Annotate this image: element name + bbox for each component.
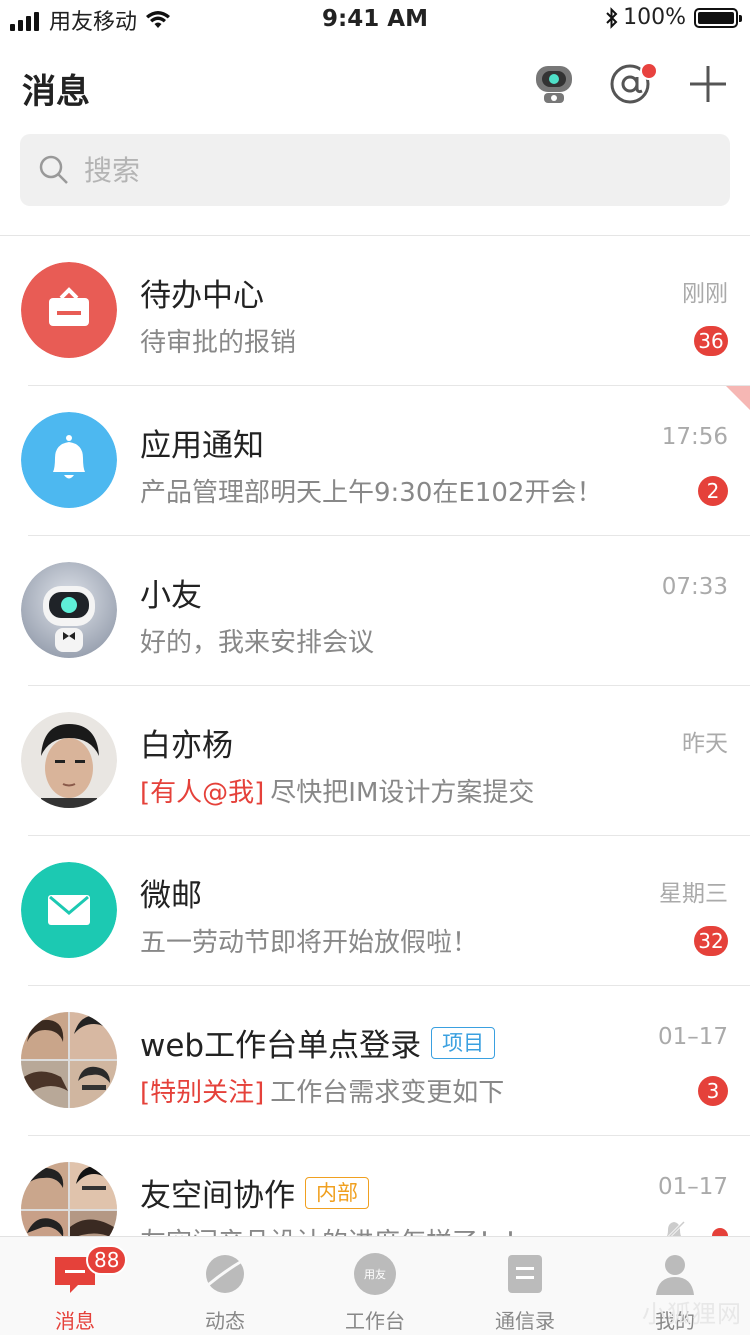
conversation-title: 友空间协作 内部 <box>140 1170 369 1215</box>
conversation-preview: 好的，我来安排会议 <box>140 628 375 658</box>
mention-unread-dot <box>640 62 658 80</box>
contacts-icon <box>508 1255 542 1293</box>
page-title: 消息 <box>22 72 90 112</box>
workbench-icon: 用友 <box>354 1253 396 1295</box>
unread-badge: 32 <box>694 926 728 956</box>
conversation-item-web-sso-group[interactable]: web工作台单点登录 项目 [特别关注] 工作台需求变更如下 01–17 3 <box>0 986 750 1136</box>
bell-icon <box>21 412 117 508</box>
conversation-preview: [有人@我] 尽快把IM设计方案提交 <box>140 772 534 809</box>
tab-label: 消息 <box>55 1309 95 1333</box>
battery-percent: 100% <box>623 5 686 30</box>
conversation-title: 待办中心 <box>140 278 264 314</box>
conversation-time: 07:33 <box>661 574 728 600</box>
preview-text: 工作台需求变更如下 <box>270 1078 505 1108</box>
workbench-icon-text: 用友 <box>364 1267 386 1281</box>
tab-label: 通信录 <box>495 1309 555 1333</box>
todo-icon <box>21 262 117 358</box>
tab-badge: 88 <box>86 1245 128 1275</box>
unread-badge: 36 <box>694 326 728 356</box>
tab-label: 动态 <box>205 1309 245 1333</box>
mention-label: [有人@我] <box>140 778 265 808</box>
internal-tag: 内部 <box>305 1176 369 1209</box>
conversation-item-app-notice[interactable]: 应用通知 产品管理部明天上午9:30在E102开会！ 17:56 2 <box>0 386 750 536</box>
user-photo <box>21 712 117 808</box>
project-tag: 项目 <box>431 1026 496 1059</box>
unread-badge: 2 <box>698 476 728 506</box>
tab-feed[interactable]: 动态 <box>150 1237 300 1335</box>
pinned-corner-flag <box>726 386 750 410</box>
conversation-title: 应用通知 <box>140 428 264 464</box>
watermark: 小狐狸网 <box>642 1300 742 1328</box>
tab-bar: 88 消息 动态 用友 工作台 通信录 我的 小狐狸网 <box>0 1236 750 1335</box>
conversation-time: 01–17 <box>657 1024 728 1050</box>
conversation-time: 17:56 <box>661 424 728 450</box>
group-name: 友空间协作 <box>140 1178 295 1214</box>
conversation-time: 星期三 <box>659 881 728 907</box>
tab-contacts[interactable]: 通信录 <box>450 1237 600 1335</box>
mail-icon <box>21 862 117 958</box>
status-bar: 用友移动 9:41 AM 100% <box>0 0 750 40</box>
follow-label: [特别关注] <box>140 1078 265 1108</box>
conversation-list: 待办中心 待审批的报销 刚刚 36 应用通知 产品管理部明天上午9:30在E10… <box>0 236 750 1286</box>
conversation-item-bai-yiyang[interactable]: 白亦杨 [有人@我] 尽快把IM设计方案提交 昨天 <box>0 686 750 836</box>
profile-icon <box>656 1255 694 1295</box>
conversation-preview: 产品管理部明天上午9:30在E102开会！ <box>140 478 603 508</box>
robot-assistant-icon[interactable] <box>530 60 578 108</box>
conversation-title: 小友 <box>140 578 202 614</box>
search-bar[interactable] <box>20 134 730 206</box>
tab-label: 工作台 <box>345 1309 405 1333</box>
conversation-title: 微邮 <box>140 878 202 914</box>
header: 消息 <box>0 40 750 130</box>
conversation-time: 刚刚 <box>682 281 728 307</box>
search-icon <box>39 155 68 184</box>
conversation-time: 01–17 <box>657 1174 728 1200</box>
conversation-preview: 五一劳动节即将开始放假啦！ <box>140 928 479 958</box>
group-photo <box>21 1012 117 1108</box>
preview-text: 尽快把IM设计方案提交 <box>270 778 535 808</box>
conversation-time: 昨天 <box>682 731 728 757</box>
conversation-title: 白亦杨 <box>140 728 233 764</box>
search-input[interactable] <box>82 152 686 188</box>
planet-icon <box>206 1255 244 1293</box>
conversation-preview: 待审批的报销 <box>140 328 297 358</box>
conversation-title: web工作台单点登录 项目 <box>140 1020 496 1065</box>
battery-icon <box>694 7 742 28</box>
conversation-item-xiaoyou[interactable]: 小友 好的，我来安排会议 07:33 <box>0 536 750 686</box>
unread-badge: 3 <box>698 1076 728 1106</box>
robot-avatar <box>21 562 117 658</box>
tab-workbench[interactable]: 用友 工作台 <box>300 1237 450 1335</box>
conversation-item-todo[interactable]: 待办中心 待审批的报销 刚刚 36 <box>0 236 750 386</box>
conversation-preview: [特别关注] 工作台需求变更如下 <box>140 1072 504 1109</box>
conversation-item-weiyou[interactable]: 微邮 五一劳动节即将开始放假啦！ 星期三 32 <box>0 836 750 986</box>
group-name: web工作台单点登录 <box>140 1028 422 1064</box>
add-icon[interactable] <box>684 60 732 108</box>
tab-messages[interactable]: 88 消息 <box>0 1237 150 1335</box>
bluetooth-icon <box>606 6 618 29</box>
